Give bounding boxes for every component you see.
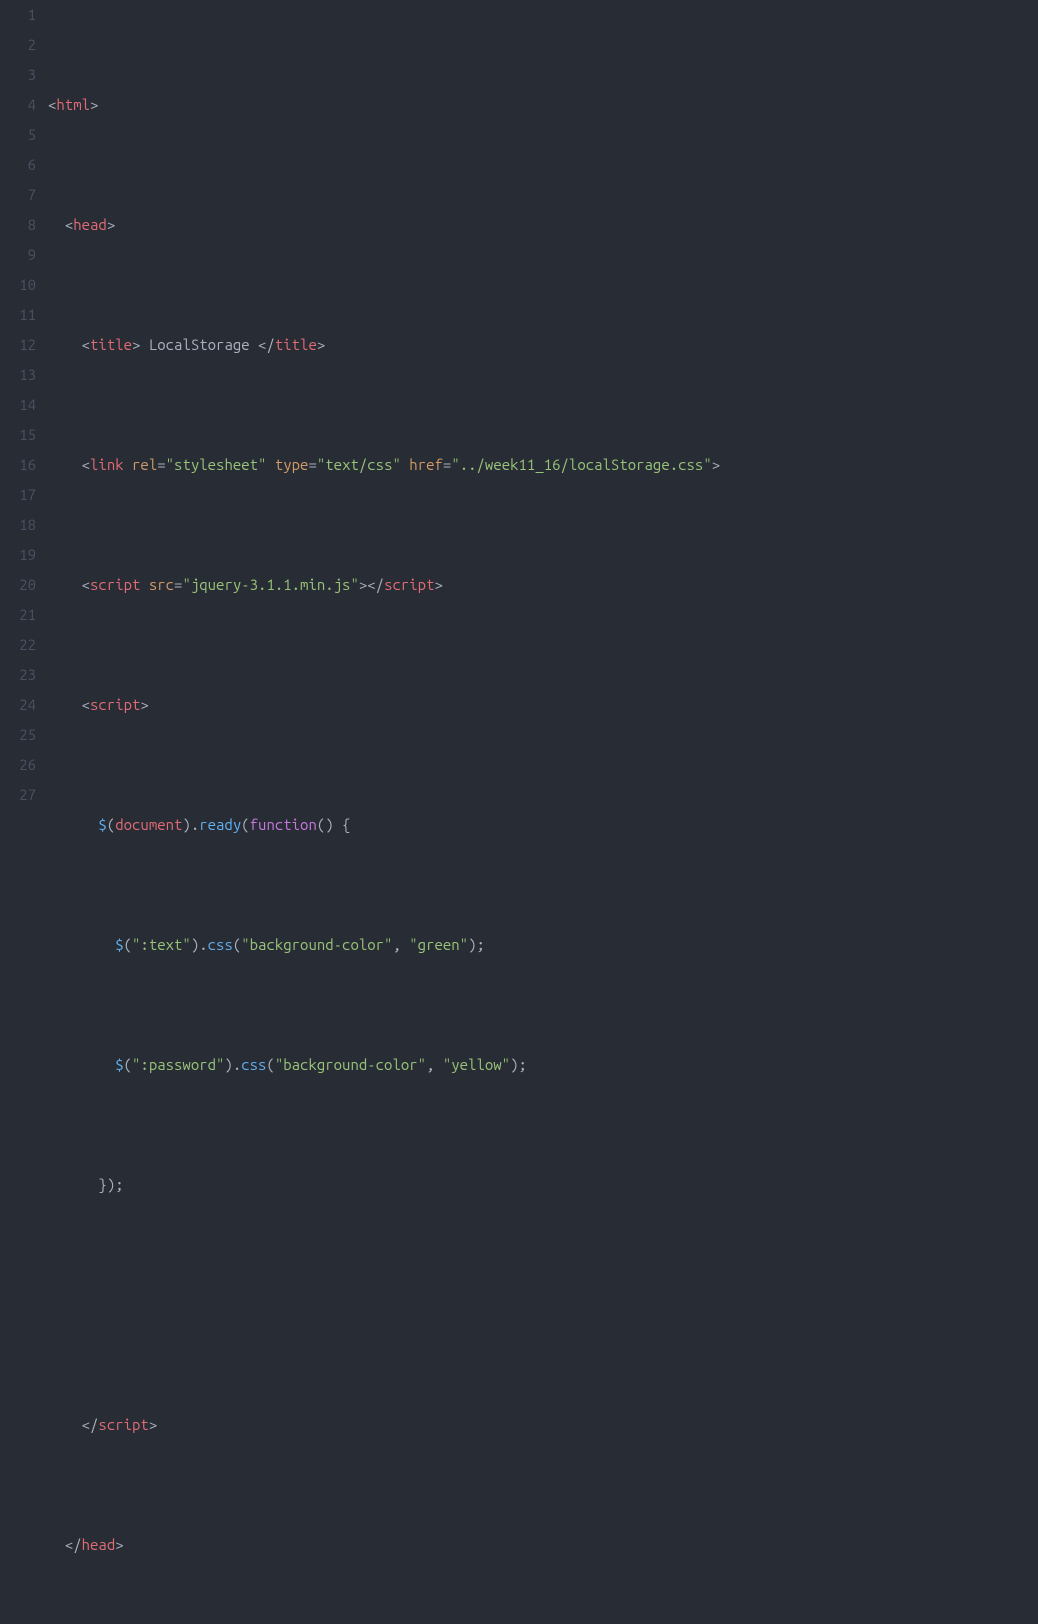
line-number: 3 [0, 60, 36, 90]
code-line[interactable] [48, 1290, 1038, 1320]
line-number: 19 [0, 540, 36, 570]
line-number: 16 [0, 450, 36, 480]
line-number: 13 [0, 360, 36, 390]
code-editor[interactable]: 1 2 3 4 5 6 7 8 9 10 11 12 13 14 15 16 1… [0, 0, 1038, 812]
code-line[interactable]: $(":password").css("background-color", "… [48, 1050, 1038, 1080]
line-number: 8 [0, 210, 36, 240]
line-number: 27 [0, 780, 36, 810]
code-line[interactable]: $(":text").css("background-color", "gree… [48, 930, 1038, 960]
line-number: 20 [0, 570, 36, 600]
line-number: 23 [0, 660, 36, 690]
code-line[interactable]: <link rel="stylesheet" type="text/css" h… [48, 450, 1038, 480]
code-line[interactable]: </script> [48, 1410, 1038, 1440]
line-number: 2 [0, 30, 36, 60]
line-number: 10 [0, 270, 36, 300]
code-line[interactable]: </head> [48, 1530, 1038, 1560]
line-number: 11 [0, 300, 36, 330]
code-line[interactable]: <head> [48, 210, 1038, 240]
line-number: 4 [0, 90, 36, 120]
line-number: 5 [0, 120, 36, 150]
line-number: 12 [0, 330, 36, 360]
line-number: 26 [0, 750, 36, 780]
line-number: 1 [0, 0, 36, 30]
code-line[interactable]: $(document).ready(function() { [48, 810, 1038, 840]
code-line[interactable]: <title> LocalStorage </title> [48, 330, 1038, 360]
line-number: 7 [0, 180, 36, 210]
code-area[interactable]: <html> <head> <title> LocalStorage </tit… [48, 0, 1038, 812]
line-number-gutter: 1 2 3 4 5 6 7 8 9 10 11 12 13 14 15 16 1… [0, 0, 48, 812]
line-number: 18 [0, 510, 36, 540]
line-number: 14 [0, 390, 36, 420]
code-line[interactable]: <script src="jquery-3.1.1.min.js"></scri… [48, 570, 1038, 600]
line-number: 17 [0, 480, 36, 510]
line-number: 22 [0, 630, 36, 660]
code-line[interactable]: }); [48, 1170, 1038, 1200]
line-number: 24 [0, 690, 36, 720]
line-number: 21 [0, 600, 36, 630]
line-number: 15 [0, 420, 36, 450]
code-line[interactable]: <html> [48, 90, 1038, 120]
line-number: 25 [0, 720, 36, 750]
code-line[interactable]: <script> [48, 690, 1038, 720]
line-number: 6 [0, 150, 36, 180]
line-number: 9 [0, 240, 36, 270]
